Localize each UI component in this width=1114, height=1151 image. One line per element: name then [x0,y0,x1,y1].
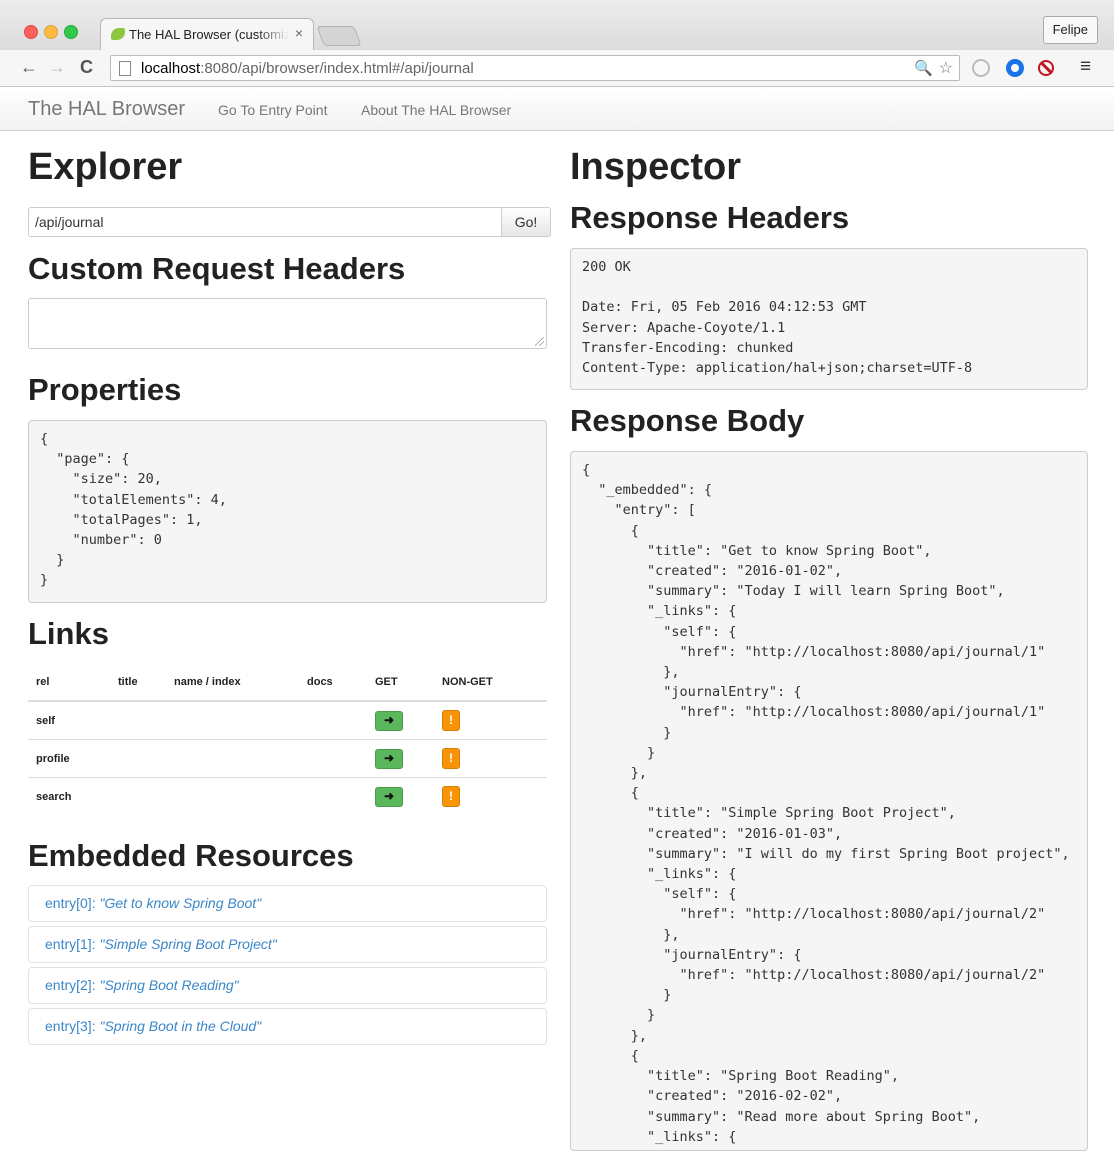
embedded-resource-link[interactable]: entry[3]: "Spring Boot in the Cloud" [28,1008,547,1045]
browser-tab[interactable]: The HAL Browser (customiz × [100,18,314,50]
custom-request-headers-title: Custom Request Headers [28,251,406,286]
link-title [110,739,166,778]
bookmark-star-icon[interactable]: ☆ [939,58,953,78]
col-header-rel: rel [28,664,110,702]
link-title [110,777,166,815]
link-rel: search [28,777,110,815]
browser-titlebar: The HAL Browser (customiz × Felipe [0,0,1114,50]
resize-handle-icon[interactable] [535,337,544,346]
profile-button[interactable]: Felipe [1042,16,1098,44]
menu-icon[interactable]: ≡ [1080,56,1091,78]
maximize-window-button[interactable] [64,25,78,39]
embedded-resources-title: Embedded Resources [28,838,354,873]
embedded-title: "Simple Spring Boot Project" [99,936,277,952]
embedded-key: entry[0]: [45,895,100,911]
new-tab-button[interactable] [316,26,362,46]
embedded-key: entry[2]: [45,977,100,993]
tab-close-icon[interactable]: × [295,25,303,41]
links-table: rel title name / index docs GET NON-GET … [28,664,547,815]
links-table-header-row: rel title name / index docs GET NON-GET [28,664,547,702]
url-host: localhost [141,60,201,77]
embedded-title: "Get to know Spring Boot" [99,895,262,911]
get-arrow-button[interactable]: ➜ [375,710,403,731]
link-name [166,777,299,815]
col-header-non-get: NON-GET [434,664,547,702]
extension-grey-icon[interactable] [972,59,990,77]
col-header-get: GET [367,664,434,702]
properties-json: { "page": { "size": 20, "totalElements":… [28,420,547,603]
extension-blue-ring-icon[interactable] [1006,59,1024,77]
page-icon [119,61,131,76]
explorer-title: Explorer [28,146,183,188]
back-arrow-icon[interactable]: ← [20,57,38,78]
table-row: profile ➜ ! [28,739,547,778]
custom-headers-textarea[interactable] [28,298,547,349]
close-window-button[interactable] [24,25,38,39]
table-row: search ➜ ! [28,777,547,815]
embedded-resource-link[interactable]: entry[2]: "Spring Boot Reading" [28,967,547,1004]
properties-title: Properties [28,372,182,407]
table-row: self ➜ ! [28,700,547,740]
link-name [166,700,299,740]
link-docs [299,700,367,740]
explorer-url-input[interactable] [28,207,502,237]
links-title: Links [28,616,109,651]
non-get-exclamation-button[interactable]: ! [442,748,460,769]
go-button[interactable]: Go! [501,207,551,237]
response-headers-title: Response Headers [570,200,850,235]
adblock-icon[interactable] [1038,60,1054,76]
embedded-title: "Spring Boot Reading" [99,977,239,993]
go-to-entry-point-link[interactable]: Go To Entry Point [218,102,327,118]
non-get-exclamation-button[interactable]: ! [442,786,460,807]
link-rel: self [28,700,110,740]
link-rel: profile [28,739,110,778]
embedded-key: entry[3]: [45,1018,100,1034]
embedded-resource-link[interactable]: entry[1]: "Simple Spring Boot Project" [28,926,547,963]
app-navbar: The HAL Browser Go To Entry Point About … [0,87,1114,131]
response-headers-text: 200 OK Date: Fri, 05 Feb 2016 04:12:53 G… [570,248,1088,390]
embedded-resource-link[interactable]: entry[0]: "Get to know Spring Boot" [28,885,547,922]
inspector-title: Inspector [570,146,742,188]
forward-arrow-icon[interactable]: → [48,57,66,78]
col-header-name-index: name / index [166,664,299,702]
spring-leaf-icon [111,28,125,40]
link-name [166,739,299,778]
address-bar[interactable]: localhost:8080/api/browser/index.html#/a… [110,55,960,81]
brand-title[interactable]: The HAL Browser [28,98,185,121]
col-header-title: title [110,664,166,702]
link-docs [299,777,367,815]
browser-toolbar: ← → C localhost:8080/api/browser/index.h… [0,50,1114,87]
col-header-docs: docs [299,664,367,702]
embedded-key: entry[1]: [45,936,100,952]
response-body-json: { "_embedded": { "entry": [ { "title": "… [570,451,1088,1151]
non-get-exclamation-button[interactable]: ! [442,710,460,731]
get-arrow-button[interactable]: ➜ [375,748,403,769]
about-hal-browser-link[interactable]: About The HAL Browser [361,102,511,118]
url-text[interactable]: localhost:8080/api/browser/index.html#/a… [141,60,474,77]
get-arrow-button[interactable]: ➜ [375,786,403,807]
embedded-title: "Spring Boot in the Cloud" [99,1018,262,1034]
url-path: :8080/api/browser/index.html#/api/journa… [200,60,474,77]
zoom-icon[interactable]: 🔍 [914,59,933,77]
tab-title: The HAL Browser (customiz [129,27,289,42]
link-docs [299,739,367,778]
link-title [110,700,166,740]
minimize-window-button[interactable] [44,25,58,39]
reload-icon[interactable]: C [80,57,93,78]
response-body-title: Response Body [570,403,805,438]
